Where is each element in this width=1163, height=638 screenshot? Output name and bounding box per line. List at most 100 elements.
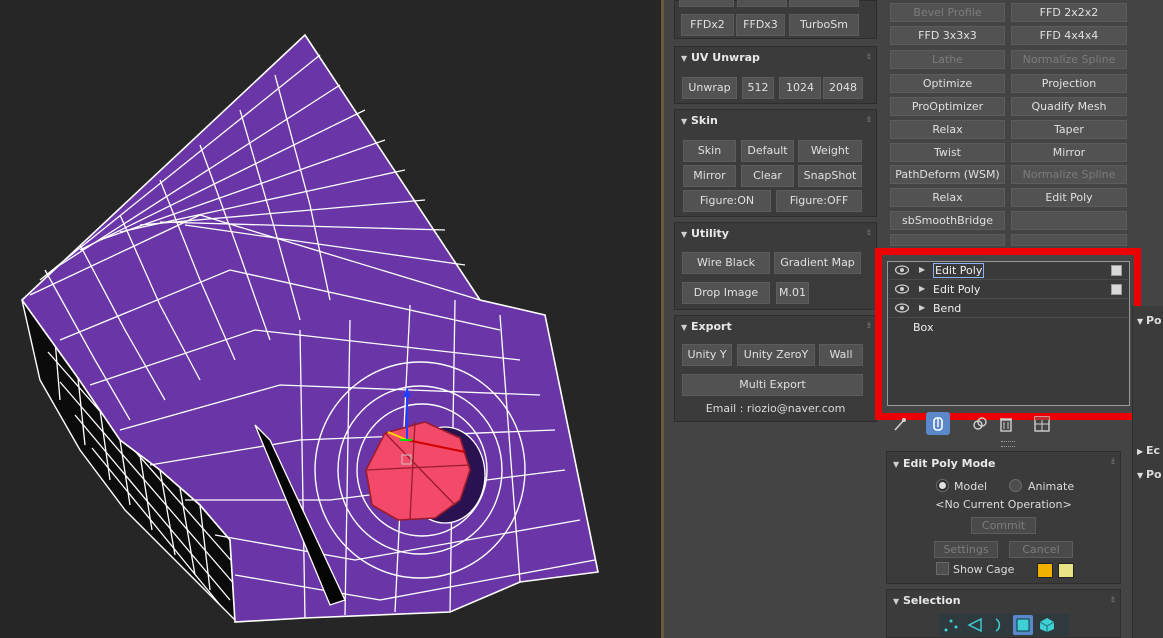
twist-button[interactable]: Twist: [890, 143, 1005, 162]
stack-toolbar: [887, 412, 1130, 435]
grip-icon[interactable]: ⁞⁞: [867, 115, 871, 124]
edit-poly-mode-rollout: ▼ Edit Poly Mode ⁞⁞ Model Animate <No Cur…: [886, 451, 1121, 584]
drop-image-button[interactable]: Drop Image: [682, 282, 770, 304]
wall-button[interactable]: Wall: [819, 344, 863, 366]
skin-snapshot-button[interactable]: SnapShot: [798, 165, 862, 187]
panel-resize-handle[interactable]: [1001, 441, 1015, 447]
optimize-button[interactable]: Optimize: [890, 74, 1005, 93]
cage-color-swatch[interactable]: [1037, 563, 1053, 578]
skin-title[interactable]: ▼ Skin: [681, 114, 718, 127]
selection-title[interactable]: ▼ Selection: [893, 594, 961, 607]
projection-button[interactable]: Projection: [1011, 74, 1127, 93]
utility-title[interactable]: ▼ Utility: [681, 227, 729, 240]
sbsmoothbridge-button[interactable]: sbSmoothBridge: [890, 211, 1005, 230]
normalize-spline-button[interactable]: Normalize Spline: [1011, 50, 1127, 69]
animate-radio[interactable]: [1009, 479, 1022, 492]
mirror-modifier-button[interactable]: Mirror: [1011, 143, 1127, 162]
turbosm-button[interactable]: TurboSm: [789, 14, 859, 36]
collapse-icon: ▼: [893, 460, 900, 469]
ffd-top-button-1[interactable]: [679, 0, 734, 7]
multi-export-button[interactable]: Multi Export: [682, 374, 863, 396]
normalize-spline-button-2[interactable]: Normalize Spline: [1011, 165, 1127, 184]
ffdx2-button[interactable]: FFDx2: [681, 14, 734, 36]
configure-sets-icon[interactable]: [1033, 415, 1051, 433]
skin-weight-button[interactable]: Weight: [798, 140, 862, 162]
empty-modifier-button-2[interactable]: [890, 234, 1005, 246]
remove-modifier-icon[interactable]: [997, 415, 1015, 433]
ffd-top-button-3[interactable]: [789, 0, 859, 7]
utility-rollout: ▼ Utility ⁞⁞ Wire Black Gradient Map Drop…: [674, 222, 877, 310]
ffd-2x2x2-button[interactable]: FFD 2x2x2: [1011, 3, 1127, 22]
figure-on-button[interactable]: Figure:ON: [683, 190, 771, 212]
show-end-result-icon: [933, 417, 943, 431]
ffd-3x3x3-button[interactable]: FFD 3x3x3: [890, 26, 1005, 45]
grip-icon[interactable]: ⁞⁞: [867, 228, 871, 237]
taper-button[interactable]: Taper: [1011, 120, 1127, 139]
uv-unwrap-title[interactable]: ▼ UV Unwrap: [681, 51, 760, 64]
animate-label: Animate: [1028, 480, 1075, 493]
pin-stack-icon[interactable]: [891, 415, 909, 433]
viewport-3d[interactable]: [0, 0, 663, 638]
model-label: Model: [954, 480, 988, 493]
polygon-icon: [1016, 618, 1030, 632]
secondary-rollout-label-1[interactable]: ▼ Po: [1137, 314, 1162, 327]
uv-2048-button[interactable]: 2048: [823, 77, 863, 99]
commit-button[interactable]: Commit: [971, 517, 1036, 534]
cage-selected-color-swatch[interactable]: [1058, 563, 1074, 578]
empty-modifier-button-3[interactable]: [1011, 234, 1127, 246]
skin-default-button[interactable]: Default: [741, 140, 794, 162]
selection-rollout: ▼ Selection ⁞⁞: [886, 589, 1121, 638]
border-icon[interactable]: [991, 617, 1007, 633]
uv-512-button[interactable]: 512: [742, 77, 774, 99]
skin-mirror-button[interactable]: Mirror: [683, 165, 736, 187]
gradient-map-button[interactable]: Gradient Map: [774, 252, 861, 274]
uv-1024-button[interactable]: 1024: [779, 77, 821, 99]
edge-icon[interactable]: [967, 617, 983, 633]
unwrap-button[interactable]: Unwrap: [682, 77, 737, 99]
polygon-button[interactable]: [1013, 615, 1033, 635]
pathdeform-button[interactable]: PathDeform (WSM): [890, 165, 1005, 184]
ffd-top-button-2[interactable]: [737, 0, 787, 7]
collapse-icon: ▼: [893, 597, 900, 606]
uv-unwrap-rollout: ▼ UV Unwrap ⁞⁞ Unwrap 512 1024 2048: [674, 46, 877, 104]
lathe-button[interactable]: Lathe: [890, 50, 1005, 69]
relax-button-2[interactable]: Relax: [890, 188, 1005, 207]
element-icon[interactable]: [1039, 617, 1055, 633]
vertex-icon[interactable]: [943, 617, 959, 633]
grip-icon[interactable]: ⁞⁞: [1111, 595, 1115, 604]
ffdx3-button[interactable]: FFDx3: [736, 14, 785, 36]
grip-icon[interactable]: ⁞⁞: [867, 52, 871, 61]
secondary-rollout-label-3[interactable]: ▼ Po: [1137, 468, 1162, 481]
subobject-toolbar: [939, 614, 1069, 636]
edit-poly-modifier-button[interactable]: Edit Poly: [1011, 188, 1127, 207]
prooptimizer-button[interactable]: ProOptimizer: [890, 97, 1005, 116]
show-cage-checkbox[interactable]: [936, 562, 949, 575]
ffd-4x4x4-button[interactable]: FFD 4x4x4: [1011, 26, 1127, 45]
make-unique-icon[interactable]: [971, 415, 989, 433]
model-radio[interactable]: [936, 479, 949, 492]
relax-button[interactable]: Relax: [890, 120, 1005, 139]
edit-poly-mode-title[interactable]: ▼ Edit Poly Mode: [893, 457, 995, 470]
collapse-icon: ▼: [681, 54, 688, 63]
skin-button[interactable]: Skin: [683, 140, 736, 162]
unity-zeroy-button[interactable]: Unity ZeroY: [737, 344, 815, 366]
wire-black-button[interactable]: Wire Black: [682, 252, 770, 274]
grip-icon[interactable]: ⁞⁞: [867, 321, 871, 330]
collapse-icon: ▼: [681, 230, 688, 239]
unity-y-button[interactable]: Unity Y: [682, 344, 732, 366]
grip-icon[interactable]: ⁞⁞: [1111, 457, 1115, 466]
mesh-render[interactable]: [0, 0, 663, 638]
skin-clear-button[interactable]: Clear: [741, 165, 794, 187]
bevel-profile-button[interactable]: Bevel Profile: [890, 3, 1005, 22]
quadify-mesh-button[interactable]: Quadify Mesh: [1011, 97, 1127, 116]
secondary-rollout-label-2[interactable]: ▶ Ec: [1137, 444, 1160, 457]
collapse-icon: ▼: [681, 323, 688, 332]
settings-button[interactable]: Settings: [934, 541, 998, 558]
cancel-button[interactable]: Cancel: [1009, 541, 1073, 558]
highlight-frame: [875, 248, 1141, 420]
export-title[interactable]: ▼ Export: [681, 320, 732, 333]
figure-off-button[interactable]: Figure:OFF: [776, 190, 862, 212]
empty-modifier-button[interactable]: [1011, 211, 1127, 230]
m01-button[interactable]: M.01: [776, 282, 809, 304]
show-end-result-button[interactable]: [926, 412, 950, 435]
